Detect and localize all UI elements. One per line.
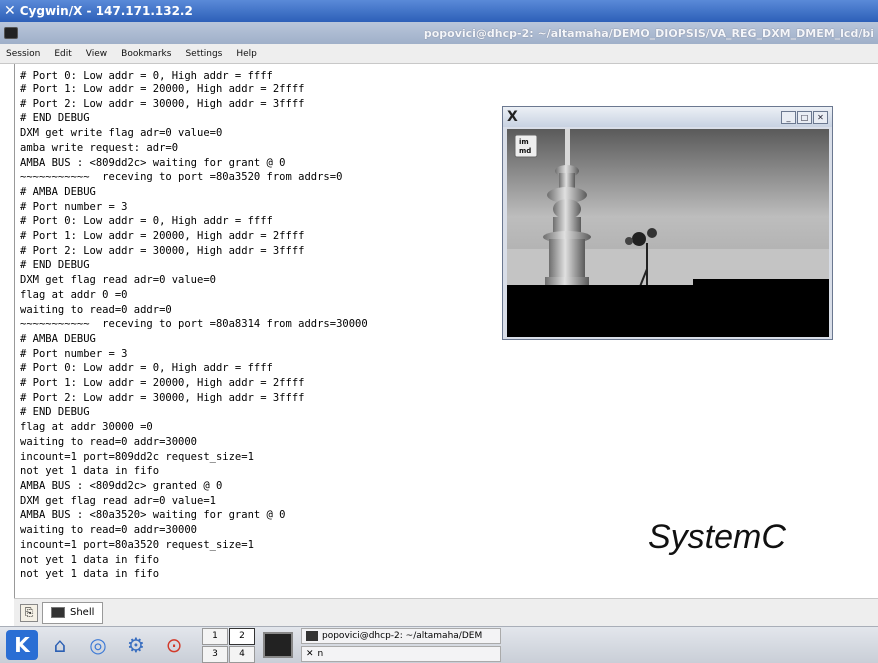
terminal-partial-line: # Port 0: Low addr = 0, High addr = ffff <box>14 64 878 82</box>
terminal-app-icon[interactable] <box>4 27 18 39</box>
task-viewer-label: n <box>317 649 324 659</box>
show-desktop-button[interactable] <box>263 632 293 658</box>
svg-text:md: md <box>519 147 531 155</box>
terminal-line: flag at addr 30000 =0 <box>20 421 153 434</box>
menu-bookmarks[interactable]: Bookmarks <box>121 49 171 59</box>
menu-session[interactable]: Session <box>6 49 40 59</box>
pager-desktop-3[interactable]: 3 <box>202 645 228 663</box>
imm-logo-text: im <box>519 138 529 146</box>
terminal-line: not yet 1 data in fifo <box>20 568 160 581</box>
terminal-line: # Port 0: Low addr = 0, High addr = ffff <box>20 70 273 82</box>
terminal-line: waiting to read=0 addr=30000 <box>20 435 198 448</box>
pager-desktop-4[interactable]: 4 <box>229 645 255 663</box>
terminal-line: AMBA BUS : <809dd2c> granted @ 0 <box>20 479 223 492</box>
terminal-line: not yet 1 data in fifo <box>20 465 160 478</box>
new-session-icon: ⎘ <box>24 605 34 619</box>
task-konsole-label: popovici@dhcp-2: ~/altamaha/DEM <box>322 631 483 641</box>
terminal-line: # Port 1: Low addr = 20000, High addr = … <box>20 377 305 390</box>
task-terminal-icon <box>306 631 318 641</box>
konsole-title-bar[interactable]: popovici@dhcp-2: ~/altamaha/DEMO_DIOPSIS… <box>0 22 878 44</box>
terminal-line: # Port 1: Low addr = 20000, High addr = … <box>20 83 305 95</box>
systemc-label: SystemC <box>648 518 786 556</box>
left-gutter <box>0 64 14 598</box>
terminal-line: # Port number = 3 <box>20 347 128 360</box>
task-x-icon: ✕ <box>306 649 314 659</box>
terminal-line: # END DEBUG <box>20 406 90 419</box>
viewer-x-icon: X <box>507 109 518 125</box>
maximize-button[interactable]: □ <box>797 110 812 124</box>
launcher-home-icon[interactable]: ⌂ <box>44 630 76 660</box>
window-title: Cygwin/X - 147.171.132.2 <box>19 4 193 18</box>
tab-shell-label: Shell <box>70 607 95 618</box>
shell-tab-icon <box>51 607 65 618</box>
menu-edit[interactable]: Edit <box>54 49 71 59</box>
launcher-konqueror-icon[interactable]: ⚙ <box>120 630 152 660</box>
desktop-pager: 1 2 3 4 <box>202 627 255 663</box>
minimize-button[interactable]: _ <box>781 110 796 124</box>
x-logo-icon: ✕ <box>4 3 16 19</box>
pager-desktop-1[interactable]: 1 <box>202 627 228 645</box>
kde-panel: K ⌂ ◎ ⚙ ⊙ 1 2 3 4 popovici@dhcp-2: ~/alt… <box>0 626 878 663</box>
pager-desktop-2[interactable]: 2 <box>229 627 255 645</box>
terminal-line: incount=1 port=809dd2c request_size=1 <box>20 450 254 463</box>
konsole-title-path: popovici@dhcp-2: ~/altamaha/DEMO_DIOPSIS… <box>423 26 874 40</box>
menu-help[interactable]: Help <box>236 49 257 59</box>
new-session-button[interactable]: ⎘ <box>20 603 38 622</box>
session-tab-bar: ⎘ Shell <box>14 598 878 626</box>
tab-shell[interactable]: Shell <box>42 601 104 624</box>
launcher-browser-icon[interactable]: ◎ <box>82 630 114 660</box>
menu-settings[interactable]: Settings <box>185 49 222 59</box>
terminal-line: # Port 0: Low addr = 0, High addr = ffff <box>20 362 273 375</box>
image-viewer-window[interactable]: X _ □ ✕ im md <box>502 106 833 340</box>
terminal-line: DXM get flag read adr=0 value=1 <box>20 494 216 507</box>
menu-bar: Session Edit View Bookmarks Settings Hel… <box>0 44 878 64</box>
terminal-line: # Port 2: Low addr = 30000, High addr = … <box>20 391 305 404</box>
rendered-scene-image: im md <box>507 129 829 337</box>
taskbar: popovici@dhcp-2: ~/altamaha/DEM ✕ n <box>301 628 501 662</box>
window-title-bar[interactable]: ✕ Cygwin/X - 147.171.132.2 <box>0 0 878 22</box>
task-konsole[interactable]: popovici@dhcp-2: ~/altamaha/DEM <box>301 628 501 644</box>
viewer-title-bar[interactable]: X _ □ ✕ <box>503 107 832 127</box>
close-button[interactable]: ✕ <box>813 110 828 124</box>
menu-view[interactable]: View <box>86 49 107 59</box>
launcher-help-icon[interactable]: ⊙ <box>158 630 190 660</box>
k-menu-button[interactable]: K <box>6 630 38 660</box>
task-viewer[interactable]: ✕ n <box>301 646 501 662</box>
